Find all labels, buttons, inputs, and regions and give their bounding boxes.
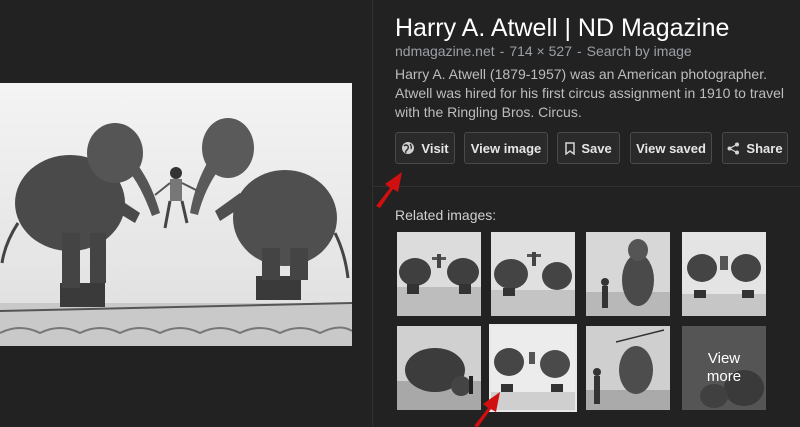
left-pane <box>0 0 372 427</box>
source-domain: ndmagazine.net <box>395 43 495 59</box>
save-label: Save <box>581 140 612 156</box>
image-dimensions: 714 × 527 <box>509 43 572 59</box>
related-thumbnail[interactable] <box>491 232 575 316</box>
share-label: Share <box>746 140 783 156</box>
related-thumbnail[interactable] <box>586 232 670 316</box>
share-icon <box>727 142 740 154</box>
result-meta: ndmagazine.net -714 × 527- Search by image <box>395 43 692 59</box>
result-description: Harry A. Atwell (1879-1957) was an Ameri… <box>395 66 785 120</box>
search-by-image-link[interactable]: Search by image <box>587 43 692 59</box>
horizontal-divider <box>373 186 800 187</box>
result-title[interactable]: Harry A. Atwell | ND Magazine <box>395 14 729 43</box>
bookmark-icon <box>565 141 576 155</box>
related-thumbnail[interactable] <box>682 232 766 316</box>
view-image-button[interactable]: View image <box>464 132 548 164</box>
related-thumbnail[interactable] <box>397 326 481 410</box>
related-images-label: Related images: <box>395 207 497 223</box>
view-saved-button[interactable]: View saved <box>630 132 712 164</box>
meta-separator: - <box>499 43 505 59</box>
meta-separator: - <box>576 43 582 59</box>
view-more-thumbnail[interactable]: View more <box>682 326 766 410</box>
related-thumbnail[interactable] <box>397 232 481 316</box>
view-more-label: View more <box>706 350 742 385</box>
main-image-elephants[interactable] <box>0 83 352 346</box>
visit-label: Visit <box>421 140 449 156</box>
share-button[interactable]: Share <box>722 132 788 164</box>
visit-button[interactable]: Visit <box>395 132 455 164</box>
red-arrow-annotation <box>474 392 500 427</box>
save-button[interactable]: Save <box>557 132 620 164</box>
view-image-label: View image <box>470 140 542 156</box>
image-details-panel: Harry A. Atwell | ND Magazine ndmagazine… <box>373 0 800 427</box>
view-saved-label: View saved <box>636 140 706 156</box>
related-thumbnail[interactable] <box>586 326 670 410</box>
red-arrow-annotation <box>376 172 402 208</box>
globe-icon <box>402 142 415 154</box>
